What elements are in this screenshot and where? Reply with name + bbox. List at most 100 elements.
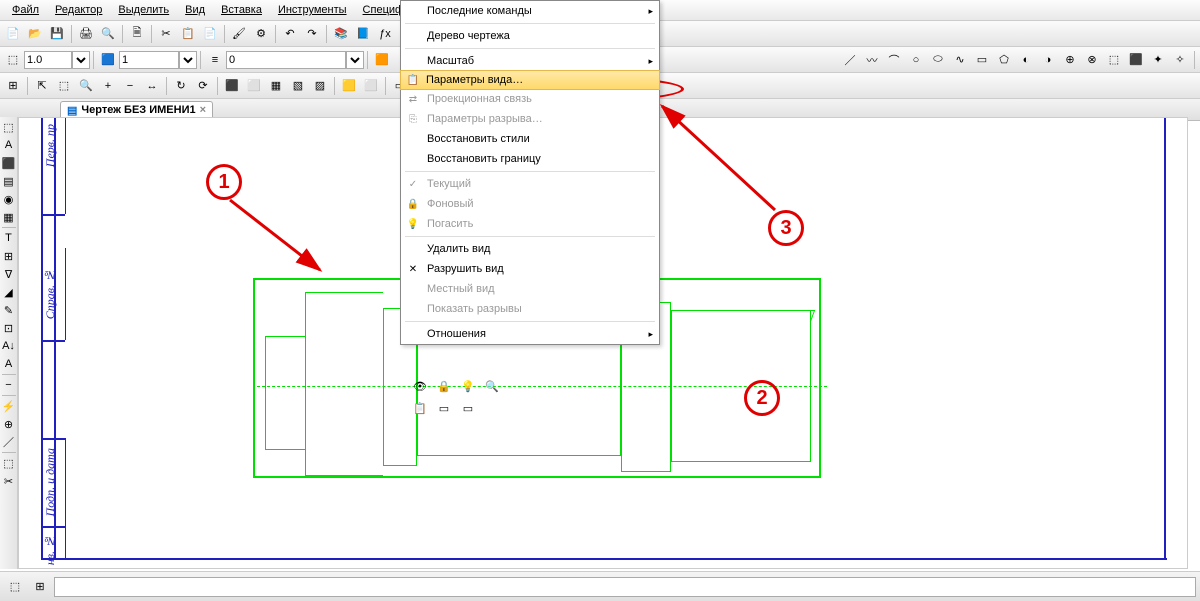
ft-eye-icon[interactable]: 👁	[410, 376, 430, 396]
layer-icon[interactable]: 🟦	[98, 50, 118, 70]
geom-c2-icon[interactable]: ◑	[1038, 50, 1058, 70]
st-16-icon[interactable]: ⚡	[1, 398, 17, 414]
open-icon[interactable]: 📂	[25, 24, 45, 44]
st-10-icon[interactable]: ◢	[1, 284, 17, 300]
props2-icon[interactable]: ⚙	[251, 24, 271, 44]
sb-1-icon[interactable]: ⬚	[5, 577, 25, 597]
ctx-view-params[interactable]: 📋 Параметры вида…	[400, 70, 660, 90]
layer-select[interactable]	[179, 51, 197, 69]
style-select[interactable]	[346, 51, 364, 69]
ft-zoom-icon[interactable]: 🔍	[482, 376, 502, 396]
o-icon[interactable]: 🟨	[339, 76, 359, 96]
e-icon[interactable]: +	[98, 76, 118, 96]
undo-icon[interactable]: ↶	[280, 24, 300, 44]
geom-arc-icon[interactable]: ⌒	[884, 50, 904, 70]
st-13-icon[interactable]: A↓	[1, 338, 17, 354]
print-icon[interactable]: 🖨	[76, 24, 96, 44]
ctx-tree[interactable]: Дерево чертежа	[401, 26, 659, 46]
lib2-icon[interactable]: 📘	[353, 24, 373, 44]
n-icon[interactable]: ▨	[310, 76, 330, 96]
st-4-icon[interactable]: ▤	[1, 173, 17, 189]
geom-c1-icon[interactable]: ◐	[1016, 50, 1036, 70]
st-3-icon[interactable]: ⬛	[1, 155, 17, 171]
ctx-restore-border[interactable]: Восстановить границу	[401, 149, 659, 169]
ft-lock-icon[interactable]: 🔒	[434, 376, 454, 396]
ft-props-icon[interactable]: 📋	[410, 398, 430, 418]
sb-2-icon[interactable]: ⊞	[30, 577, 50, 597]
fx-icon[interactable]: ƒx	[375, 24, 395, 44]
scale-icon[interactable]: ⬚	[3, 50, 23, 70]
st-14-icon[interactable]: A	[1, 356, 17, 372]
st-11-icon[interactable]: ✎	[1, 302, 17, 318]
l-icon[interactable]: ▦	[266, 76, 286, 96]
geom-c7-icon[interactable]: ✦	[1148, 50, 1168, 70]
st-6-icon[interactable]: ▦	[1, 209, 17, 225]
geom-c5-icon[interactable]: ⬚	[1104, 50, 1124, 70]
color-icon[interactable]: 🟧	[372, 50, 392, 70]
doc-tab[interactable]: ▤ Чертеж БЕЗ ИМЕНИ1 ×	[60, 101, 213, 119]
style-icon[interactable]: ≡	[205, 50, 225, 70]
menu-view[interactable]: Вид	[177, 2, 213, 18]
menu-select[interactable]: Выделить	[110, 2, 177, 18]
scale-select[interactable]	[72, 51, 90, 69]
st-20-icon[interactable]: ✂	[1, 473, 17, 489]
st-1-icon[interactable]: ⬚	[1, 119, 17, 135]
new-icon[interactable]: 📄	[3, 24, 23, 44]
geom-c8-icon[interactable]: ✧	[1170, 50, 1190, 70]
paste-icon[interactable]: 📄	[200, 24, 220, 44]
ctx-destroy-view[interactable]: ✕ Разрушить вид	[401, 259, 659, 279]
ctx-restore-styles[interactable]: Восстановить стили	[401, 129, 659, 149]
st-7-icon[interactable]: T	[1, 230, 17, 246]
layer-input[interactable]	[119, 51, 179, 69]
f-icon[interactable]: −	[120, 76, 140, 96]
st-2-icon[interactable]: A	[1, 137, 17, 153]
geom-line-icon[interactable]: ／	[840, 50, 860, 70]
i-icon[interactable]: ⟳	[193, 76, 213, 96]
m-icon[interactable]: ▧	[288, 76, 308, 96]
save-icon[interactable]: 💾	[47, 24, 67, 44]
b-icon[interactable]: ⇱	[32, 76, 52, 96]
menu-file[interactable]: Файл	[4, 2, 47, 18]
st-9-icon[interactable]: ∇	[1, 266, 17, 282]
lib-icon[interactable]: 📚	[331, 24, 351, 44]
ctx-scale[interactable]: Масштаб	[401, 51, 659, 71]
redo-icon[interactable]: ↷	[302, 24, 322, 44]
c-icon[interactable]: ⬚	[54, 76, 74, 96]
geom-c6-icon[interactable]: ⬛	[1126, 50, 1146, 70]
ft-v2-icon[interactable]: ▭	[458, 398, 478, 418]
preview-icon[interactable]: 🔍	[98, 24, 118, 44]
geom-c3-icon[interactable]: ⊕	[1060, 50, 1080, 70]
command-input[interactable]	[54, 577, 1196, 597]
geom-c4-icon[interactable]: ⊗	[1082, 50, 1102, 70]
k-icon[interactable]: ⬜	[244, 76, 264, 96]
p-icon[interactable]: ⬜	[361, 76, 381, 96]
cut-icon[interactable]: ✂	[156, 24, 176, 44]
st-8-icon[interactable]: ⊞	[1, 248, 17, 264]
st-15-icon[interactable]: −	[1, 377, 17, 393]
brush-icon[interactable]: 🖌	[229, 24, 249, 44]
st-18-icon[interactable]: ／	[1, 434, 17, 450]
st-5-icon[interactable]: ◉	[1, 191, 17, 207]
ft-bulb-icon[interactable]: 💡	[458, 376, 478, 396]
h-icon[interactable]: ↻	[171, 76, 191, 96]
props-icon[interactable]: 🗎	[127, 24, 147, 44]
geom-ell-icon[interactable]: ⬭	[928, 50, 948, 70]
geom-pline-icon[interactable]: 〰	[862, 50, 882, 70]
copy-icon[interactable]: 📋	[178, 24, 198, 44]
ctx-recent[interactable]: Последние команды	[401, 1, 659, 21]
st-17-icon[interactable]: ⊕	[1, 416, 17, 432]
ctx-relations[interactable]: Отношения	[401, 324, 659, 344]
ctx-delete-view[interactable]: Удалить вид	[401, 239, 659, 259]
close-icon[interactable]: ×	[200, 104, 206, 116]
menu-insert[interactable]: Вставка	[213, 2, 270, 18]
g-icon[interactable]: ↔	[142, 76, 162, 96]
geom-poly-icon[interactable]: ⬠	[994, 50, 1014, 70]
geom-spl-icon[interactable]: ∿	[950, 50, 970, 70]
geom-circ-icon[interactable]: ○	[906, 50, 926, 70]
st-12-icon[interactable]: ⊡	[1, 320, 17, 336]
menu-edit[interactable]: Редактор	[47, 2, 110, 18]
scale-input[interactable]	[24, 51, 72, 69]
d-icon[interactable]: 🔍	[76, 76, 96, 96]
j-icon[interactable]: ⬛	[222, 76, 242, 96]
style-input[interactable]	[226, 51, 346, 69]
